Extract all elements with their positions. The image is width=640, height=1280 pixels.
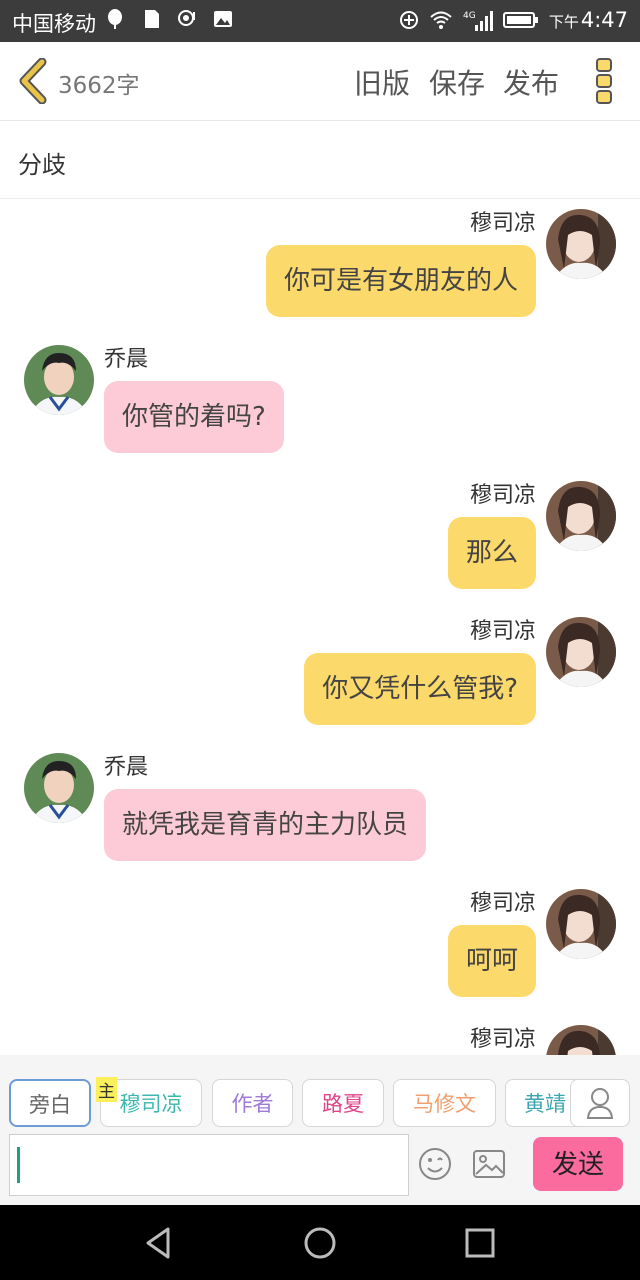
person-icon — [586, 1088, 614, 1119]
sender-name: 穆司凉 — [469, 1027, 536, 1052]
signal-icon: 4G — [463, 11, 493, 31]
back-arrow-icon[interactable] — [18, 58, 48, 104]
role-author[interactable]: 作者 — [212, 1079, 293, 1127]
role-manage-button[interactable] — [570, 1079, 630, 1127]
editor-header: 3662字 旧版 保存 发布 — [0, 42, 640, 121]
avatar-boy — [24, 753, 94, 823]
sd-card-icon — [145, 10, 159, 28]
chat-area[interactable]: 穆司凉 你可是有女朋友的人 乔晨 你管的着吗? 穆司凉 那么 穆司凉 你又凭什么… — [0, 199, 640, 1055]
hotspot-icon — [178, 10, 195, 26]
compose-panel: 旁白 穆司凉 作者 路夏 马修文 黄靖 主 发送 — [0, 1055, 640, 1205]
battery-icon — [502, 12, 538, 28]
avatar-boy — [24, 345, 94, 415]
notification-icons — [104, 8, 234, 30]
message-input[interactable] — [9, 1134, 409, 1196]
message-bubble[interactable]: 你管的着吗? — [104, 381, 284, 453]
sender-name: 乔晨 — [104, 347, 149, 372]
avatar-girl — [546, 209, 616, 279]
save-button[interactable]: 保存 — [429, 62, 485, 102]
network-type-label: 4G — [463, 11, 476, 21]
wifi-icon — [430, 11, 452, 29]
image-notification-icon — [214, 11, 232, 27]
sender-name: 穆司凉 — [469, 483, 536, 508]
balloon-icon — [108, 9, 122, 29]
sender-name: 穆司凉 — [469, 891, 536, 916]
text-cursor — [17, 1147, 20, 1183]
send-button[interactable]: 发送 — [533, 1137, 623, 1191]
data-saver-icon — [399, 11, 418, 29]
nav-recents-icon[interactable] — [462, 1225, 498, 1261]
chapter-title: 分歧 — [18, 151, 66, 179]
message-bubble[interactable]: 就凭我是育青的主力队员 — [104, 789, 427, 861]
message-bubble[interactable]: 呵呵 — [447, 925, 536, 997]
avatar-girl — [546, 617, 616, 687]
chapter-title-bar[interactable]: 分歧 — [0, 121, 640, 199]
clock: 下午4:47 — [549, 8, 628, 32]
carrier-name: 中国移动 — [12, 12, 96, 36]
role-lu-xia[interactable]: 路夏 — [302, 1079, 384, 1127]
time-prefix: 下午 — [548, 13, 579, 31]
message-bubble[interactable]: 你可是有女朋友的人 — [265, 245, 536, 317]
message-bubble[interactable]: 那么 — [447, 517, 536, 589]
role-ma-xiuwen[interactable]: 马修文 — [393, 1079, 496, 1127]
sender-name: 乔晨 — [104, 755, 149, 780]
status-bar: 中国移动 4G 下午4:47 — [0, 0, 640, 42]
nav-back-icon[interactable] — [142, 1225, 178, 1261]
main-role-badge: 主 — [96, 1077, 117, 1102]
old-version-button[interactable]: 旧版 — [354, 62, 410, 102]
emoji-icon[interactable] — [418, 1147, 452, 1181]
more-menu-icon[interactable] — [594, 56, 614, 106]
navigation-bar — [0, 1205, 640, 1280]
system-status: 4G 下午4:47 — [399, 8, 628, 32]
message-bubble[interactable]: 你又凭什么管我? — [304, 653, 536, 725]
avatar-girl — [546, 1025, 616, 1055]
sender-name: 穆司凉 — [469, 619, 536, 644]
nav-home-icon[interactable] — [302, 1225, 338, 1261]
word-count: 3662字 — [58, 73, 140, 99]
role-narrator[interactable]: 旁白 — [9, 1079, 91, 1127]
time-value: 4:47 — [580, 8, 628, 32]
sender-name: 穆司凉 — [469, 211, 536, 236]
avatar-girl — [546, 889, 616, 959]
image-picker-icon[interactable] — [472, 1149, 506, 1179]
publish-button[interactable]: 发布 — [503, 62, 559, 102]
avatar-girl — [546, 481, 616, 551]
